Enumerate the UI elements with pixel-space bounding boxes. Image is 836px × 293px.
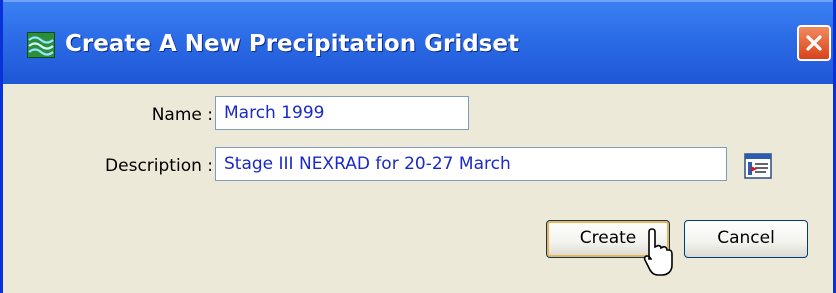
text-editor-icon[interactable] (744, 153, 772, 179)
description-input[interactable]: Stage III NEXRAD for 20-27 March (215, 147, 727, 181)
cancel-button[interactable]: Cancel (684, 220, 808, 258)
close-icon (806, 35, 822, 51)
dialog-window: Create A New Precipitation Gridset Name … (0, 0, 836, 293)
gridset-app-icon (27, 32, 55, 58)
title-bar[interactable]: Create A New Precipitation Gridset (3, 0, 833, 84)
name-input[interactable]: March 1999 (215, 96, 469, 130)
description-label: Description : (105, 156, 213, 176)
pointer-cursor-icon (643, 228, 673, 276)
name-label: Name : (151, 105, 213, 125)
window-title: Create A New Precipitation Gridset (65, 31, 519, 57)
close-button[interactable] (797, 25, 831, 61)
